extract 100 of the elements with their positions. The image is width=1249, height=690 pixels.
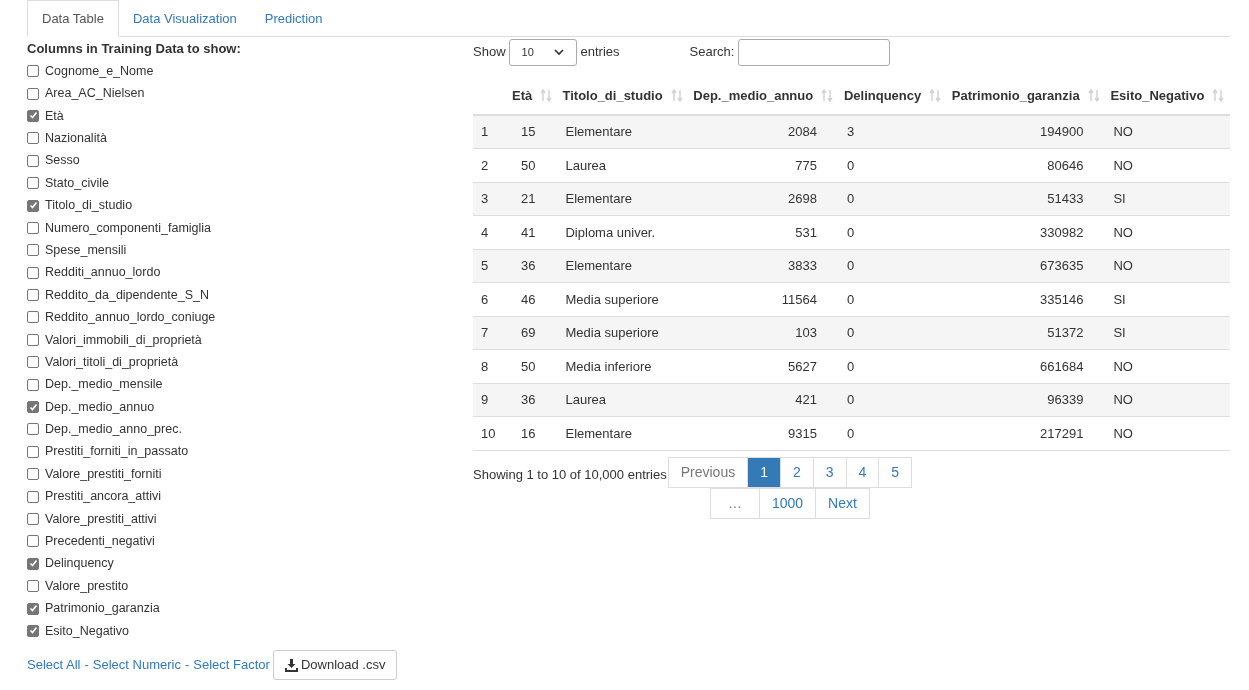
- checkbox-label: Dep._medio_anno_prec.: [45, 421, 182, 439]
- column-header[interactable]: Età: [512, 85, 553, 106]
- check-icon: [28, 402, 38, 412]
- table-cell: 3: [846, 124, 855, 140]
- checkbox[interactable]: [27, 535, 39, 548]
- pagination-ellipsis[interactable]: …: [709, 487, 760, 519]
- select-link[interactable]: Select Factor: [193, 655, 270, 675]
- table-cell: 36: [521, 392, 536, 407]
- checkbox[interactable]: [27, 490, 39, 503]
- checkbox[interactable]: [27, 580, 39, 593]
- checkbox[interactable]: [27, 468, 39, 481]
- table-cell: 69: [521, 325, 536, 340]
- table-cell: 0: [846, 258, 855, 273]
- table-cell: 0: [846, 392, 855, 407]
- checkbox[interactable]: [27, 602, 39, 615]
- page-size-select[interactable]: 10: [508, 38, 577, 66]
- page-button[interactable]: 3: [812, 456, 847, 488]
- checkbox[interactable]: [27, 266, 39, 279]
- download-icon: [284, 658, 298, 672]
- table-cell: NO: [1113, 157, 1133, 173]
- pagination-link[interactable]: Next: [815, 487, 870, 519]
- table-cell: 15: [521, 124, 536, 140]
- entries-label: entries: [580, 43, 620, 62]
- checkbox[interactable]: [27, 333, 39, 346]
- checkbox[interactable]: [27, 513, 39, 525]
- checkbox-label: Titolo_di_studio: [45, 197, 133, 215]
- table-cell: 661684: [1040, 358, 1084, 374]
- checkbox-label: Sesso: [45, 152, 80, 170]
- checkbox[interactable]: [27, 423, 39, 436]
- table-cell: NO: [1113, 425, 1133, 441]
- table-cell: Laurea: [565, 392, 606, 407]
- column-header[interactable]: Titolo_di_studio: [562, 85, 683, 106]
- page-button[interactable]: 4: [845, 456, 880, 488]
- checkbox[interactable]: [27, 557, 39, 570]
- page-button[interactable]: 2: [779, 456, 814, 488]
- table-cell: 51372: [1047, 325, 1084, 340]
- column-header[interactable]: Dep._medio_annuo: [693, 85, 834, 106]
- sort-icon: [540, 89, 553, 102]
- download-button[interactable]: Download .csv: [272, 650, 398, 681]
- table-cell: NO: [1113, 124, 1133, 140]
- checkbox[interactable]: [27, 401, 39, 414]
- checkbox-label: Stato_civile: [45, 174, 109, 192]
- checkbox-label: Spese_mensili: [45, 241, 127, 259]
- column-header[interactable]: Esito_Negativo: [1110, 85, 1225, 106]
- check-icon: [28, 201, 38, 211]
- table-cell: 194900: [1040, 124, 1084, 140]
- page-button[interactable]: 1000: [758, 487, 817, 519]
- table-cell: Elementare: [565, 258, 632, 273]
- checkbox[interactable]: [27, 378, 39, 391]
- row-number: 3: [481, 191, 489, 206]
- tab[interactable]: Prediction: [250, 0, 337, 37]
- select-link[interactable]: Select Numeric: [92, 655, 181, 675]
- checkbox[interactable]: [27, 87, 39, 100]
- table-cell: NO: [1113, 224, 1133, 240]
- checkbox[interactable]: [27, 244, 39, 257]
- table-cell: 50: [521, 358, 536, 374]
- checkbox-label: Cognome_e_Nome: [45, 62, 154, 80]
- checkbox[interactable]: [27, 445, 39, 458]
- table-cell: SI: [1113, 191, 1126, 206]
- checkbox[interactable]: [27, 356, 39, 369]
- table-cell: NO: [1113, 358, 1133, 374]
- page-button[interactable]: 1: [747, 456, 781, 488]
- checkbox[interactable]: [27, 109, 39, 122]
- checkbox[interactable]: [27, 624, 39, 637]
- table-cell: Laurea: [565, 157, 606, 173]
- table-cell: 0: [846, 325, 855, 340]
- table-cell: 46: [521, 291, 536, 307]
- table-cell: 16: [521, 425, 536, 441]
- chevron-down-icon: [553, 48, 564, 56]
- table-cell: 775: [795, 157, 817, 173]
- table-cell: 11564: [781, 291, 817, 307]
- sort-icon: [1087, 89, 1100, 102]
- select-link[interactable]: Select All: [27, 655, 81, 675]
- checkbox[interactable]: [27, 154, 39, 167]
- row-number: 10: [481, 425, 496, 441]
- table-cell: NO: [1113, 392, 1133, 407]
- checkbox[interactable]: [27, 132, 39, 145]
- checkbox[interactable]: [27, 221, 39, 234]
- row-number: 9: [481, 392, 489, 407]
- checkbox-label: Età: [45, 107, 64, 125]
- search-field[interactable]: [738, 38, 891, 66]
- tab[interactable]: Data Table: [27, 0, 119, 37]
- table-cell: Elementare: [565, 124, 632, 140]
- checkbox-label: Precedenti_negativi: [45, 533, 155, 550]
- checkbox[interactable]: [27, 199, 39, 212]
- checkbox[interactable]: [27, 65, 39, 78]
- page-button[interactable]: 5: [878, 456, 913, 488]
- table-cell: 3833: [788, 258, 817, 273]
- table-cell: 217291: [1040, 425, 1084, 441]
- column-header[interactable]: Delinquency: [843, 85, 942, 106]
- checkbox[interactable]: [27, 311, 39, 324]
- tab[interactable]: Data Visualization: [118, 0, 251, 37]
- column-header[interactable]: Patrimonio_garanzia: [951, 85, 1100, 106]
- checkbox-label: Valore_prestiti_attivi: [45, 510, 157, 528]
- search-label: Search:: [689, 43, 735, 62]
- check-icon: [28, 604, 38, 614]
- table-cell: 103: [795, 325, 817, 340]
- table-cell: 0: [846, 291, 855, 307]
- checkbox[interactable]: [27, 177, 39, 190]
- checkbox[interactable]: [27, 289, 39, 302]
